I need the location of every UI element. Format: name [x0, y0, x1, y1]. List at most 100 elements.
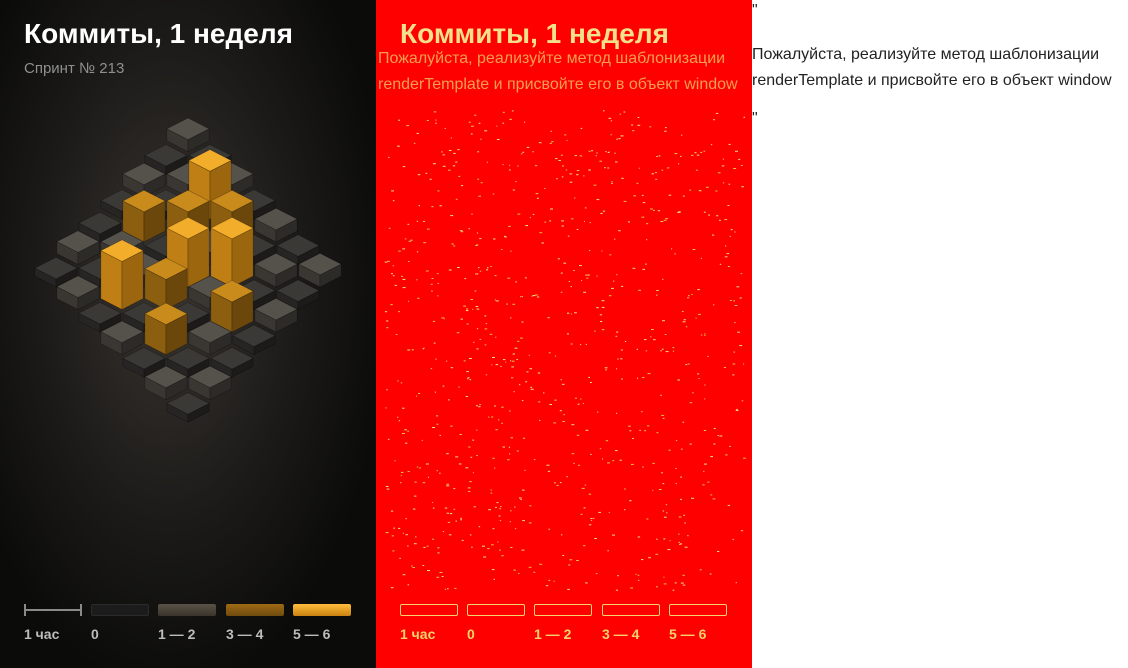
diff-noise-dot [422, 565, 425, 566]
diff-noise-dot [641, 194, 644, 196]
diff-noise-dot [723, 367, 726, 368]
diff-noise-dot [604, 367, 608, 369]
diff-noise-dot [432, 163, 436, 165]
diff-noise-dot [491, 569, 495, 571]
diff-noise-dot [521, 400, 524, 402]
diff-noise-dot [530, 386, 533, 388]
diff-noise-dot [613, 280, 615, 282]
diff-noise-dot [504, 236, 507, 238]
diff-noise-dot [488, 416, 490, 418]
diff-noise-dot [611, 287, 614, 289]
diff-noise-dot [432, 507, 435, 509]
diff-noise-dot [532, 151, 534, 153]
diff-noise-dot [525, 381, 528, 383]
diff-noise-dot [733, 351, 736, 353]
diff-noise-dot [569, 181, 573, 183]
diff-noise-dot [574, 312, 577, 314]
diff-noise-dot [386, 320, 389, 322]
diff-noise-dot [740, 530, 744, 532]
diff-noise-dot [588, 376, 590, 378]
diff-noise-dot [427, 228, 430, 230]
diff-noise-dot [412, 508, 416, 510]
diff-noise-dot [732, 538, 734, 540]
diff-noise-dot [707, 355, 709, 357]
diff-noise-dot [583, 175, 585, 177]
diff-noise-dot [452, 165, 456, 167]
diff-noise-dot [621, 285, 624, 287]
diff-noise-dot [653, 339, 656, 341]
diff-noise-dot [477, 178, 480, 180]
diff-noise-dot [704, 384, 706, 386]
diff-noise-dot [664, 334, 667, 335]
diff-noise-dot [560, 291, 563, 293]
diff-noise-dot [624, 488, 626, 490]
diff-noise-dot [713, 304, 715, 306]
diff-noise-dot [566, 139, 568, 141]
diff-noise-dot [618, 138, 621, 140]
diff-noise-dot [644, 339, 647, 341]
diff-noise-dot [526, 371, 529, 373]
diff-noise-dot [472, 472, 474, 474]
diff-noise-dot [549, 404, 552, 405]
diff-noise-dot [646, 239, 648, 241]
diff-noise-dot [672, 347, 675, 349]
message-line: Пожалуйста, реализуйте метод шаблонизаци… [752, 46, 1100, 63]
diff-noise-dot [710, 456, 713, 458]
diff-noise-dot [697, 373, 700, 375]
diff-noise-dot [648, 557, 651, 559]
isometric-activity-chart [34, 117, 342, 423]
diff-noise-dot [388, 156, 390, 158]
diff-noise-dot [740, 273, 743, 275]
diff-noise-dot [579, 265, 582, 266]
diff-noise-dot [491, 416, 494, 418]
diff-noise-dot [743, 363, 745, 365]
diff-noise-dot [726, 253, 730, 255]
diff-noise-dot [651, 173, 654, 175]
diff-noise-dot [450, 215, 454, 217]
diff-noise-dot [465, 396, 468, 397]
diff-noise-dot [553, 422, 557, 424]
diff-noise-dot [665, 351, 669, 353]
diff-noise-dot [492, 193, 495, 195]
diff-noise-dot [476, 429, 478, 431]
diff-noise-dot [484, 315, 487, 317]
diff-noise-dot [703, 470, 705, 472]
diff-noise-dot [682, 421, 685, 423]
diff-noise-dot [642, 268, 645, 270]
diff-noise-dot [467, 378, 469, 380]
legend-swatch [293, 604, 351, 616]
diff-noise-dot [391, 273, 393, 275]
diff-noise-dot [470, 133, 473, 135]
diff-noise-dot [436, 415, 439, 417]
diff-noise-dot [444, 128, 446, 129]
legend-item-1-2: 1 — 2 [158, 604, 216, 642]
diff-noise-dot [402, 166, 406, 168]
diff-noise-dot [663, 219, 667, 221]
diff-noise-dot [519, 497, 522, 499]
diff-noise-dot [588, 524, 592, 526]
diff-noise-dot [458, 386, 460, 388]
diff-noise-dot [502, 111, 505, 113]
diff-noise-dot [454, 587, 457, 589]
diff-noise-dot [735, 409, 739, 411]
diff-noise-dot [515, 281, 517, 283]
diff-noise-dot [576, 434, 580, 436]
diff-noise-dot [645, 263, 647, 265]
diff-noise-dot [546, 464, 550, 466]
diff-noise-dot [735, 582, 737, 584]
diff-noise-dot [490, 492, 493, 494]
diff-noise-dot [650, 336, 652, 338]
diff-noise-dot [385, 486, 389, 487]
diff-noise-dot [495, 429, 498, 431]
diff-noise-dot [457, 267, 460, 268]
diff-noise-dot [653, 209, 655, 211]
diff-noise-dot [675, 440, 678, 442]
diff-noise-dot [491, 364, 493, 366]
diff-noise-dot [522, 151, 525, 153]
diff-noise-dot [498, 419, 500, 421]
diff-noise-dot [501, 555, 504, 557]
diff-noise-dot [601, 306, 605, 308]
diff-noise-dot [518, 573, 520, 574]
diff-noise-dot [584, 207, 587, 209]
diff-noise-dot [692, 392, 694, 394]
